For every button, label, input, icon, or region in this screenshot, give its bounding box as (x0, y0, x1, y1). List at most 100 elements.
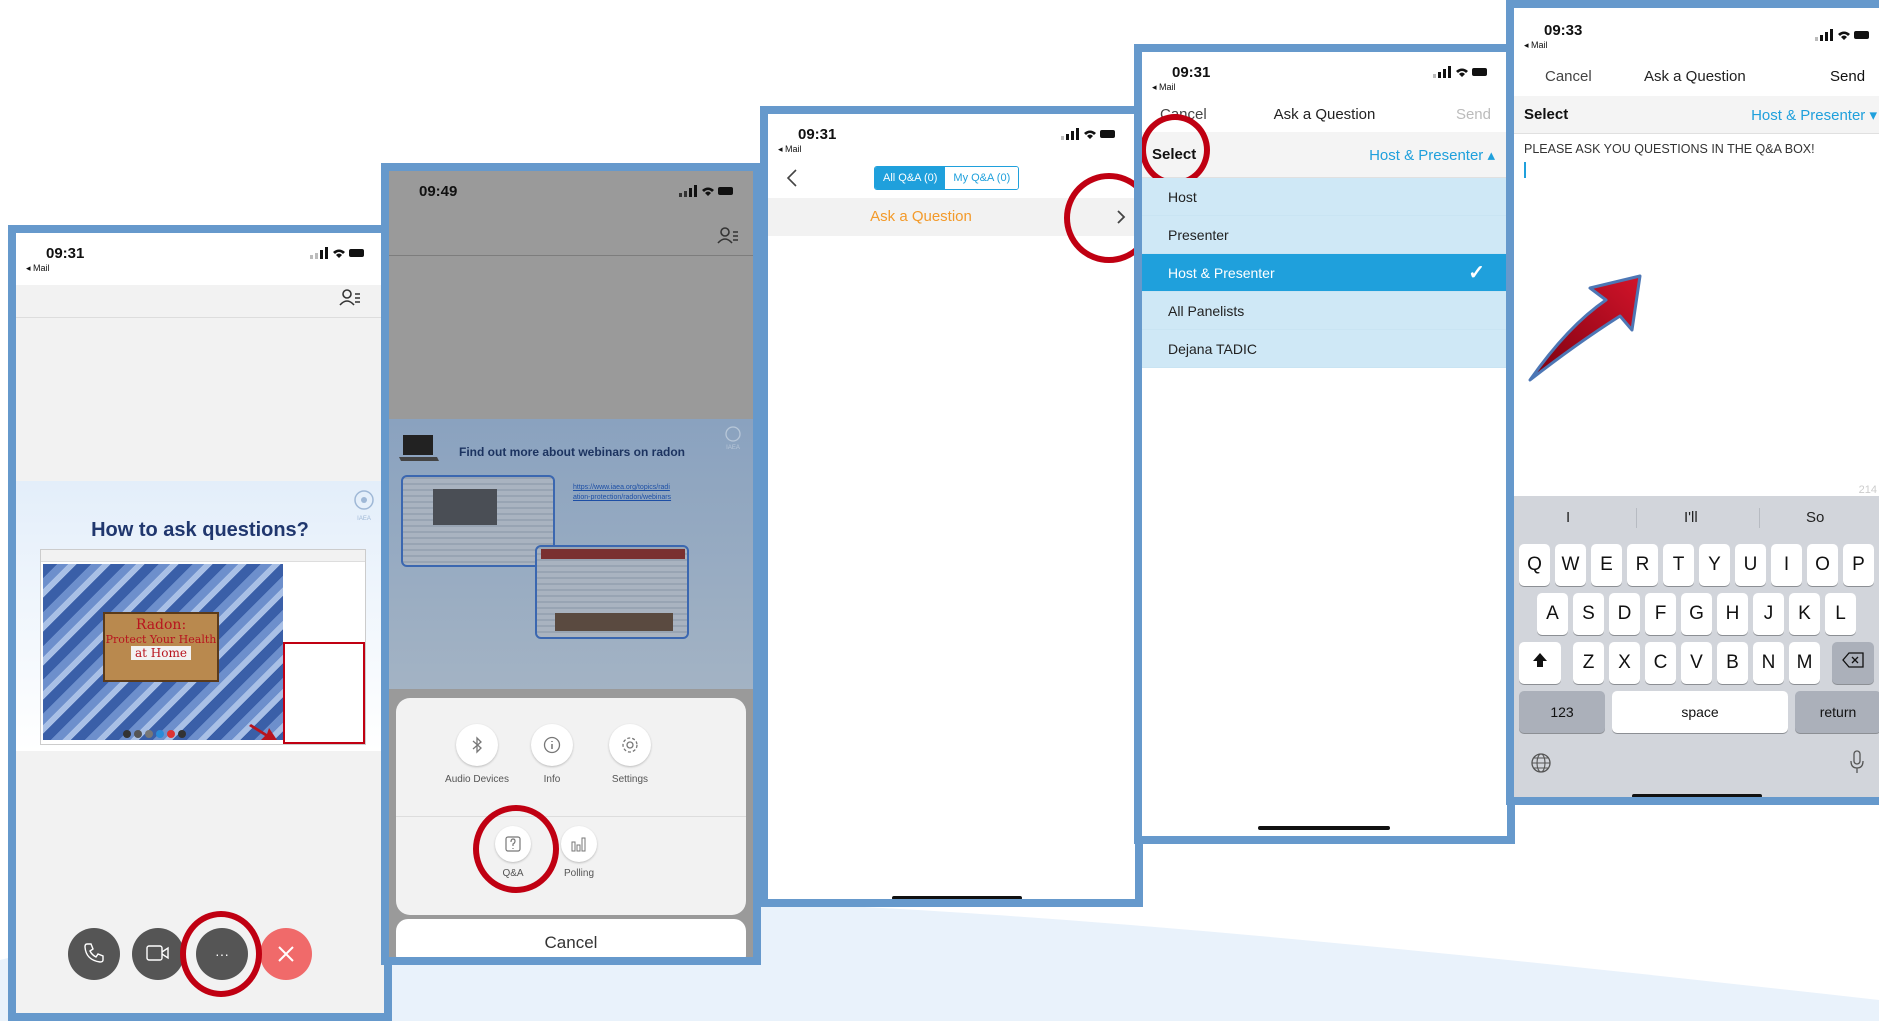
character-counter: 214 (1858, 484, 1877, 496)
slide-title: Find out more about webinars on radon (459, 445, 686, 459)
key-d[interactable]: D (1609, 593, 1640, 635)
key-j[interactable]: J (1753, 593, 1784, 635)
key-m[interactable]: M (1789, 642, 1820, 684)
nav-title: Ask a Question (1644, 68, 1746, 85)
recipient-label: Host (1168, 189, 1197, 205)
key-p[interactable]: P (1843, 544, 1874, 586)
key-f[interactable]: F (1645, 593, 1676, 635)
iaea-logo: IAEA (352, 489, 376, 522)
nav-send-button[interactable]: Send (1830, 68, 1865, 85)
home-indicator (1632, 794, 1762, 797)
key-w[interactable]: W (1555, 544, 1586, 586)
key-g[interactable]: G (1681, 593, 1712, 635)
nav-cancel-button[interactable]: Cancel (1545, 68, 1592, 85)
suggestion-2[interactable]: I'll (1684, 509, 1698, 526)
sign-line-1: Radon: (135, 617, 187, 633)
cancel-label: Cancel (544, 933, 598, 952)
key-row-4: 123 space return (1514, 691, 1879, 733)
webpage-thumb-2 (535, 545, 689, 639)
select-label: Select (1524, 106, 1569, 123)
settings-option[interactable]: Settings (600, 724, 660, 785)
key-r[interactable]: R (1627, 544, 1658, 586)
nav-send-button[interactable]: Send (1456, 106, 1491, 123)
select-recipient-row[interactable]: Select Host & Presenter ▾ (1514, 96, 1879, 134)
key-q[interactable]: Q (1519, 544, 1550, 586)
key-i[interactable]: I (1771, 544, 1802, 586)
suggestion-1[interactable]: I (1566, 509, 1570, 526)
phone-screen-select-recipient: 09:31 ◂ Mail Cancel Ask a Question Send … (1134, 44, 1515, 844)
backspace-key[interactable] (1832, 642, 1874, 684)
recipient-label: Dejana TADIC (1168, 341, 1257, 357)
info-option[interactable]: Info (522, 724, 582, 785)
sign-line-2: Protect Your Health (105, 633, 217, 646)
cancel-button[interactable]: Cancel (396, 919, 746, 957)
tab-my-qa[interactable]: My Q&A (0) (945, 167, 1019, 189)
globe-icon[interactable] (1530, 752, 1552, 779)
recipient-option-dejana-tadic[interactable]: Dejana TADIC (1142, 330, 1507, 368)
slide-title: How to ask questions? (91, 519, 309, 541)
close-icon (276, 946, 296, 968)
key-b[interactable]: B (1717, 642, 1748, 684)
key-x[interactable]: X (1609, 642, 1640, 684)
microphone-icon[interactable] (1849, 750, 1865, 779)
key-k[interactable]: K (1789, 593, 1820, 635)
return-key[interactable]: return (1795, 691, 1879, 733)
gear-icon (609, 724, 651, 766)
key-o[interactable]: O (1807, 544, 1838, 586)
recipient-option-all-panelists[interactable]: All Panelists (1142, 292, 1507, 330)
numbers-key[interactable]: 123 (1519, 691, 1605, 733)
tab-all-qa[interactable]: All Q&A (0) (875, 167, 946, 189)
suggestion-bar: I I'll So (1514, 496, 1879, 538)
status-time: 09:33 (1544, 22, 1583, 39)
key-row-1: Q W E R T Y U I O P (1514, 544, 1879, 586)
recipient-label: Host & Presenter (1168, 265, 1275, 281)
leave-meeting-button[interactable] (260, 928, 312, 980)
participants-icon[interactable] (339, 288, 361, 311)
webinar-link-line-1: https://www.iaea.org/topics/radi (573, 484, 670, 491)
phone-icon (83, 943, 105, 968)
audio-devices-option[interactable]: Audio Devices (442, 724, 512, 785)
key-y[interactable]: Y (1699, 544, 1730, 586)
video-button[interactable] (132, 928, 184, 980)
houses-photo: Radon: Protect Your Health at Home (43, 564, 283, 740)
recipient-label: Presenter (1168, 227, 1229, 243)
key-n[interactable]: N (1753, 642, 1784, 684)
key-z[interactable]: Z (1573, 642, 1604, 684)
back-to-mail-link[interactable]: ◂ Mail (26, 263, 50, 274)
back-to-mail-link[interactable]: ◂ Mail (778, 144, 802, 155)
back-to-mail-link[interactable]: ◂ Mail (1524, 40, 1548, 51)
key-t[interactable]: T (1663, 544, 1694, 586)
suggestion-3[interactable]: So (1806, 509, 1824, 526)
recipient-option-host-presenter[interactable]: Host & Presenter ✓ (1142, 254, 1507, 292)
webpage-thumb-1 (401, 475, 555, 567)
space-key[interactable]: space (1612, 691, 1788, 733)
key-v[interactable]: V (1681, 642, 1712, 684)
key-l[interactable]: L (1825, 593, 1856, 635)
key-s[interactable]: S (1573, 593, 1604, 635)
key-row-3: Z X C V B N M (1514, 642, 1879, 684)
key-a[interactable]: A (1537, 593, 1568, 635)
key-u[interactable]: U (1735, 544, 1766, 586)
phone-screen-call: 09:31 ◂ Mail IAEA How to ask questions? … (8, 225, 392, 1021)
participants-icon[interactable] (717, 226, 739, 249)
key-e[interactable]: E (1591, 544, 1622, 586)
webinar-link-line-2: ation-protection/radon/webinars (573, 494, 672, 501)
back-to-mail-link[interactable]: ◂ Mail (1152, 82, 1176, 93)
highlight-circle-ask (1064, 173, 1135, 263)
end-audio-button[interactable] (68, 928, 120, 980)
phone-screen-qa: 09:31 ◂ Mail All Q&A (0) My Q&A (0) Ask … (760, 106, 1143, 907)
info-icon (531, 724, 573, 766)
info-label: Info (543, 774, 561, 785)
key-c[interactable]: C (1645, 642, 1676, 684)
key-row-2: A S D F G H J K L (1514, 593, 1879, 635)
laptop-image (399, 433, 439, 468)
bluetooth-icon (456, 724, 498, 766)
webinar-link[interactable]: https://www.iaea.org/topics/radi ation-p… (573, 483, 671, 503)
highlight-circle-select (1142, 114, 1210, 186)
polling-option[interactable]: Polling (554, 826, 604, 879)
recipient-option-host[interactable]: Host (1142, 178, 1507, 216)
key-h[interactable]: H (1717, 593, 1748, 635)
back-chevron-icon[interactable] (786, 168, 798, 193)
shift-key[interactable] (1519, 642, 1561, 684)
recipient-option-presenter[interactable]: Presenter (1142, 216, 1507, 254)
